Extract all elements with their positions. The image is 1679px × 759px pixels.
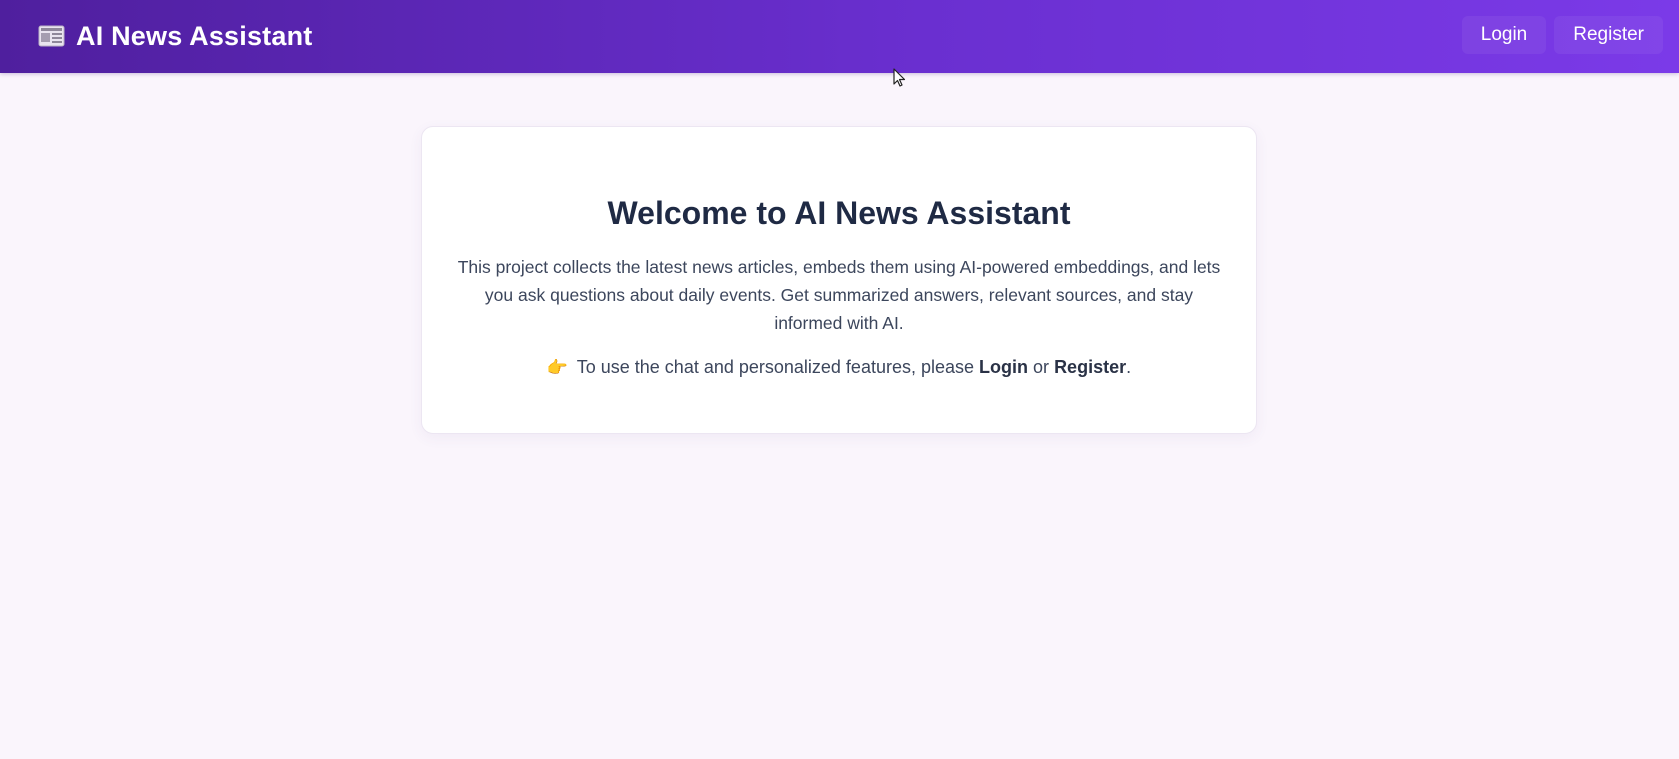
nav-actions: Login Register xyxy=(1461,16,1663,54)
welcome-description: This project collects the latest news ar… xyxy=(457,257,1221,333)
mouse-cursor-icon xyxy=(893,68,907,88)
newspaper-icon xyxy=(38,24,65,48)
cta-suffix: . xyxy=(1126,357,1132,377)
register-button[interactable]: Register xyxy=(1554,16,1663,54)
cta-or: or xyxy=(1033,357,1050,377)
welcome-cta: 👉 To use the chat and personalized featu… xyxy=(422,354,1256,381)
brand[interactable]: AI News Assistant xyxy=(38,18,312,54)
cta-login-text: Login xyxy=(979,357,1029,377)
brand-title: AI News Assistant xyxy=(76,20,313,51)
pointing-hand-icon: 👉 xyxy=(546,358,569,377)
cta-register-text: Register xyxy=(1054,357,1127,377)
cta-prefix: To use the chat and personalized feature… xyxy=(576,357,975,377)
top-navbar: AI News Assistant Login Register xyxy=(0,0,1679,73)
welcome-card: Welcome to AI News Assistant This projec… xyxy=(421,126,1257,434)
welcome-title: Welcome to AI News Assistant xyxy=(607,195,1071,231)
login-button[interactable]: Login xyxy=(1461,16,1547,54)
